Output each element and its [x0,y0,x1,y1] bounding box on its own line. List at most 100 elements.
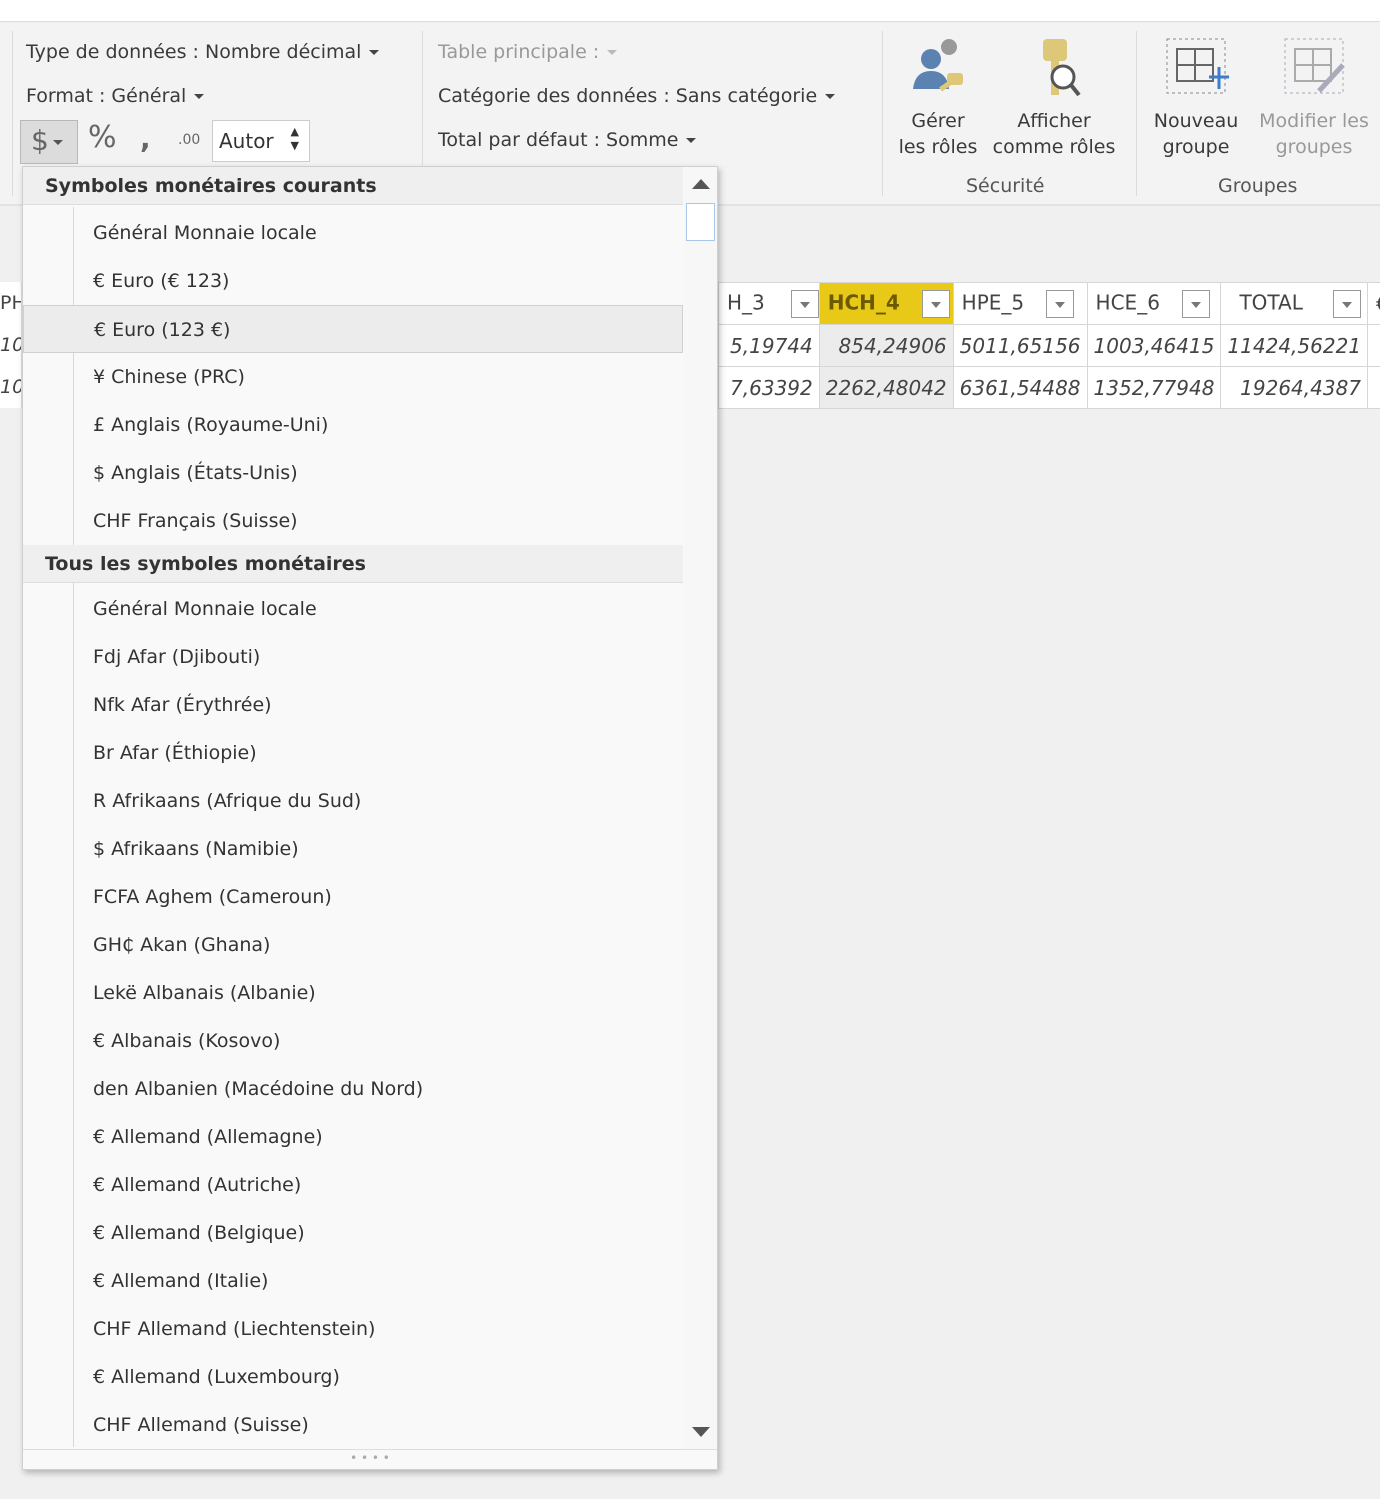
decimal-places-value: Autor [219,129,274,153]
column-header-selected[interactable]: HCH_4 [818,282,954,325]
currency-option[interactable]: den Albanien (Macédoine du Nord) [23,1065,683,1113]
edit-groups-label-line2: groupes [1275,136,1353,158]
format-label: Format : Général [26,85,187,107]
divider [882,31,883,196]
currency-option[interactable]: FCFA Aghem (Cameroun) [23,873,683,921]
currency-option[interactable]: Général Monnaie locale [23,209,683,257]
filter-dropdown-icon[interactable] [790,289,819,318]
scroll-down-arrow-icon[interactable] [692,1427,710,1437]
groups-group-label: Groupes [1218,175,1298,197]
chevron-down-icon [194,94,205,99]
table-cell[interactable] [1367,366,1380,409]
column-header[interactable]: HCE_6 [1086,282,1222,325]
new-group-button[interactable]: Nouveau groupe [1146,37,1246,160]
new-group-label-line2: groupe [1162,136,1230,158]
currency-option[interactable]: € Allemand (Belgique) [23,1209,683,1257]
table-cell[interactable]: 11424,56221 [1220,324,1369,367]
filter-dropdown-icon[interactable] [1046,289,1075,318]
filter-dropdown-icon[interactable] [921,289,950,318]
resize-grip[interactable]: • • • • [23,1449,717,1469]
currency-option[interactable]: € Allemand (Allemagne) [23,1113,683,1161]
main-table-dropdown[interactable]: Table principale : [438,41,618,63]
comma-style-button[interactable]: , [140,122,151,155]
column-header[interactable]: H_3 [718,282,820,325]
table-cell[interactable] [1367,324,1380,367]
currency-symbol-dropdown: Symboles monétaires courants Général Mon… [22,166,718,1470]
table-row: 5,19744 854,24906 5011,65156 1003,46415 … [718,324,1380,367]
table-cell[interactable]: 1352,77948 [1086,366,1222,409]
currency-option[interactable]: Nfk Afar (Érythrée) [23,681,683,729]
table-cell[interactable]: 5,19744 [718,324,820,367]
edit-groups-icon [1284,38,1345,94]
currency-option[interactable]: Général Monnaie locale [23,585,683,633]
filter-dropdown-icon[interactable] [1332,289,1361,318]
currency-option[interactable]: € Euro (€ 123) [23,257,683,305]
percent-format-button[interactable]: % [88,120,117,155]
chevron-down-icon [825,94,836,99]
edit-groups-button[interactable]: Modifier les groupes [1250,37,1378,160]
view-as-label-line1: Afficher [1017,110,1091,132]
data-category-dropdown[interactable]: Catégorie des données : Sans catégorie [438,85,836,107]
table-left-fragment: PH 10 10 [0,282,22,408]
new-group-label-line1: Nouveau [1153,110,1239,132]
currency-option[interactable]: £ Anglais (Royaume-Uni) [23,401,683,449]
new-group-icon [1166,38,1229,94]
currency-option[interactable]: Fdj Afar (Djibouti) [23,633,683,681]
column-header[interactable]: TOTAL [1220,282,1369,325]
chevron-down-icon [607,50,618,55]
currency-option[interactable]: Lekë Albanais (Albanie) [23,969,683,1017]
currency-format-button[interactable]: $ [20,120,78,164]
format-dropdown[interactable]: Format : Général [26,85,205,107]
data-table: H_3 HCH_4 HPE_5 HCE_6 TOTAL € 5,19744 85… [718,282,1380,409]
currency-option[interactable]: GH₵ Akan (Ghana) [23,921,683,969]
security-group-label: Sécurité [966,175,1045,197]
view-as-label-line2: comme rôles [992,136,1116,158]
manage-roles-icon [913,39,963,92]
dollar-icon: $ [31,124,49,157]
column-header[interactable]: € [1367,282,1380,325]
view-as-roles-button[interactable]: Afficher comme rôles [988,37,1120,160]
currency-option[interactable]: CHF Français (Suisse) [23,497,683,545]
currency-option[interactable]: € Euro (123 €) [23,305,683,353]
chevron-down-icon [369,50,380,55]
currency-option[interactable]: CHF Allemand (Suisse) [23,1401,683,1449]
table-cell[interactable]: 1003,46415 [1086,324,1222,367]
currency-option[interactable]: € Allemand (Italie) [23,1257,683,1305]
column-header[interactable]: HPE_5 [952,282,1088,325]
section-header-common: Symboles monétaires courants [23,167,683,205]
chevron-down-icon [52,139,63,145]
manage-roles-button[interactable]: Gérer les rôles [892,37,984,160]
currency-option[interactable]: ¥ Chinese (PRC) [23,353,683,401]
currency-option[interactable]: € Albanais (Kosovo) [23,1017,683,1065]
window-top-band [0,0,1380,22]
edit-groups-label-line1: Modifier les [1259,110,1369,132]
table-cell[interactable]: 2262,48042 [818,366,954,409]
currency-option[interactable]: $ Anglais (États-Unis) [23,449,683,497]
scrollbar-thumb[interactable] [686,203,715,241]
currency-option[interactable]: Br Afar (Éthiopie) [23,729,683,777]
table-cell[interactable]: 5011,65156 [952,324,1088,367]
data-type-label: Type de données : Nombre décimal [26,41,362,63]
currency-option[interactable]: $ Afrikaans (Namibie) [23,825,683,873]
data-type-dropdown[interactable]: Type de données : Nombre décimal [26,41,380,63]
scrollbar[interactable] [684,167,717,1449]
manage-roles-label-line2: les rôles [898,136,978,158]
scroll-up-arrow-icon[interactable] [692,179,710,189]
table-cell[interactable]: 19264,4387 [1220,366,1369,409]
chevron-down-icon [686,138,697,143]
currency-option[interactable]: € Allemand (Luxembourg) [23,1353,683,1401]
default-summary-label: Total par défaut : Somme [438,129,679,151]
currency-option[interactable]: € Allemand (Autriche) [23,1161,683,1209]
decimal-places-spinner[interactable]: Autor ▲ ▼ [212,120,310,162]
table-header-row: H_3 HCH_4 HPE_5 HCE_6 TOTAL € [718,282,1380,325]
table-cell[interactable]: 6361,54488 [952,366,1088,409]
table-cell[interactable]: 854,24906 [818,324,954,367]
cell-fragment: 10 [0,334,22,356]
divider [12,31,13,196]
spinner-arrows-icon[interactable]: ▲ ▼ [291,125,299,153]
default-summary-dropdown[interactable]: Total par défaut : Somme [438,129,697,151]
table-cell[interactable]: 7,63392 [718,366,820,409]
currency-option[interactable]: CHF Allemand (Liechtenstein) [23,1305,683,1353]
currency-option[interactable]: R Afrikaans (Afrique du Sud) [23,777,683,825]
filter-dropdown-icon[interactable] [1181,289,1210,318]
